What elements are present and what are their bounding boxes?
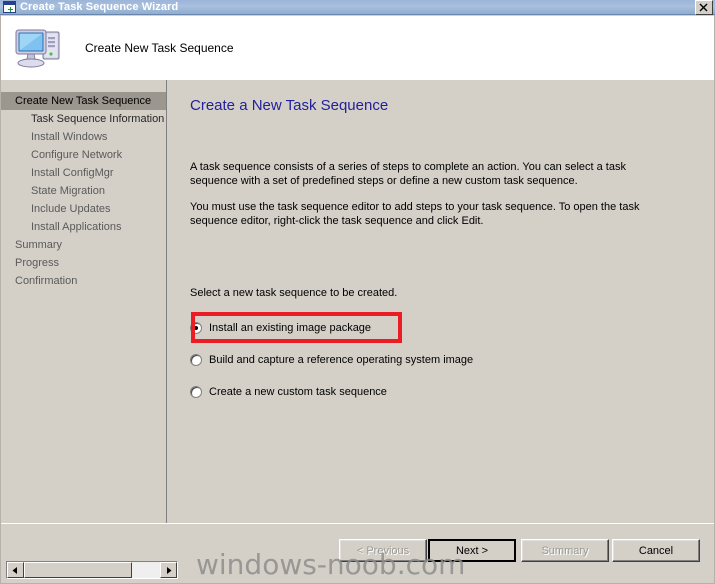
left-arrow-glyph (12, 566, 17, 574)
sidebar-item-install-windows[interactable]: Install Windows (1, 128, 166, 146)
close-glyph (699, 3, 708, 11)
description-paragraph-1: A task sequence consists of a series of … (190, 161, 626, 187)
sidebar-item-state-migration[interactable]: State Migration (1, 182, 166, 200)
scroll-right-arrow-icon[interactable] (160, 562, 177, 578)
sidebar-item-create-new-task-sequence[interactable]: Create New Task Sequence (1, 92, 166, 110)
radio-build-and-capture-reference-image[interactable]: Build and capture a reference operating … (190, 348, 590, 372)
radio-unselected-icon (190, 386, 202, 398)
horizontal-scrollbar[interactable] (6, 561, 178, 579)
close-icon[interactable] (695, 0, 713, 15)
create-task-sequence-wizard-window: Create Task Sequence Wizard Create New T… (0, 0, 715, 584)
summary-button[interactable]: Summary (521, 539, 609, 562)
scroll-left-arrow-icon[interactable] (7, 562, 24, 578)
radio-selected-icon (190, 322, 202, 334)
radio-unselected-icon (190, 354, 202, 366)
sidebar-item-task-sequence-information[interactable]: Task Sequence Information (1, 110, 166, 128)
sidebar-item-install-configmgr[interactable]: Install ConfigMgr (1, 164, 166, 182)
header-title: Create New Task Sequence (85, 41, 234, 55)
wizard-step-sidebar: Create New Task Sequence Task Sequence I… (1, 80, 167, 556)
radio-create-new-custom-task-sequence[interactable]: Create a new custom task sequence (190, 380, 590, 404)
task-sequence-type-radio-group: Install an existing image package Build … (190, 316, 590, 412)
sidebar-item-install-applications[interactable]: Install Applications (1, 218, 166, 236)
selection-prompt: Select a new task sequence to be created… (190, 287, 398, 299)
cancel-button[interactable]: Cancel (612, 539, 700, 562)
sidebar-item-summary[interactable]: Summary (1, 236, 166, 254)
computer-monitor-icon (7, 25, 71, 71)
next-button[interactable]: Next > (428, 539, 516, 562)
previous-button[interactable]: < Previous (339, 539, 427, 562)
scrollbar-track[interactable] (24, 562, 160, 578)
sidebar-item-confirmation[interactable]: Confirmation (1, 272, 166, 290)
radio-label: Install an existing image package (209, 322, 372, 334)
page-title: Create a New Task Sequence (190, 97, 389, 114)
title-bar: Create Task Sequence Wizard (0, 0, 715, 15)
wizard-window-plus-icon (3, 1, 16, 13)
wizard-header: Create New Task Sequence (1, 16, 714, 80)
wizard-content-panel: Create a New Task Sequence A task sequen… (168, 80, 714, 556)
scrollbar-thumb[interactable] (24, 562, 132, 578)
radio-label: Create a new custom task sequence (209, 386, 387, 398)
right-arrow-glyph (167, 566, 172, 574)
window-title: Create Task Sequence Wizard (20, 0, 179, 13)
wizard-body: Create New Task Sequence Task Sequence I… (1, 80, 714, 556)
radio-install-existing-image-package[interactable]: Install an existing image package (190, 316, 590, 340)
radio-label: Build and capture a reference operating … (209, 354, 474, 366)
sidebar-item-configure-network[interactable]: Configure Network (1, 146, 166, 164)
sidebar-item-include-updates[interactable]: Include Updates (1, 200, 166, 218)
sidebar-item-progress[interactable]: Progress (1, 254, 166, 272)
description-paragraph-2: You must use the task sequence editor to… (190, 201, 640, 227)
